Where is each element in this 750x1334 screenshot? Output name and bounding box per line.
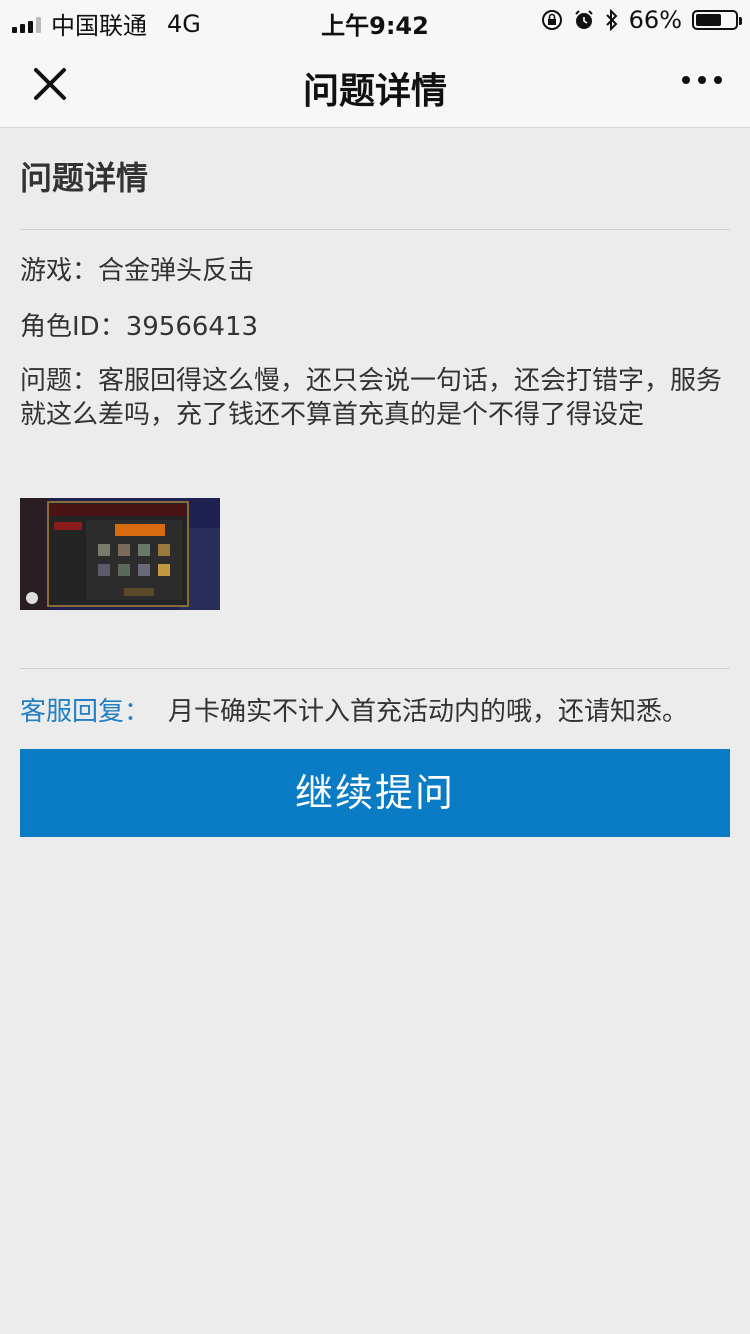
alarm-icon (574, 10, 593, 29)
status-bar: 中国联通 4G 上午9:42 66% (0, 0, 750, 40)
reply-line: 客服回复： 月卡确实不计入首充活动内的哦，还请知悉。 (20, 693, 730, 731)
status-bar-right: 66% (541, 6, 742, 34)
battery-percent: 66% (628, 6, 682, 34)
game-line: 游戏：合金弹头反击 (20, 256, 255, 286)
nav-bar: 问题详情 (0, 40, 750, 128)
reply-text: 月卡确实不计入首充活动内的哦，还请知悉。 (168, 697, 689, 727)
battery-icon (692, 10, 742, 30)
problem-line: 问题：客服回得这么慢，还只会说一句话，还会打错字，服务就这么差吗，充了钱还不算首… (20, 366, 723, 430)
battery-fill (696, 14, 721, 26)
more-icon[interactable] (682, 76, 722, 84)
reply-label: 客服回复： (20, 697, 151, 727)
bluetooth-icon (605, 9, 618, 31)
role-id-line: 角色ID：39566413 (20, 312, 259, 342)
divider (20, 229, 730, 230)
continue-ask-button[interactable]: 继续提问 (20, 749, 730, 837)
rotation-lock-icon (541, 10, 562, 30)
screenshot-image (20, 498, 220, 610)
main-content: 问题详情 游戏：合金弹头反击 角色ID：39566413 问题：客服回得这么慢，… (20, 128, 730, 837)
section-title: 问题详情 (20, 159, 149, 197)
nav-title: 问题详情 (302, 71, 447, 112)
attached-screenshot[interactable] (20, 498, 220, 610)
divider (20, 668, 730, 669)
